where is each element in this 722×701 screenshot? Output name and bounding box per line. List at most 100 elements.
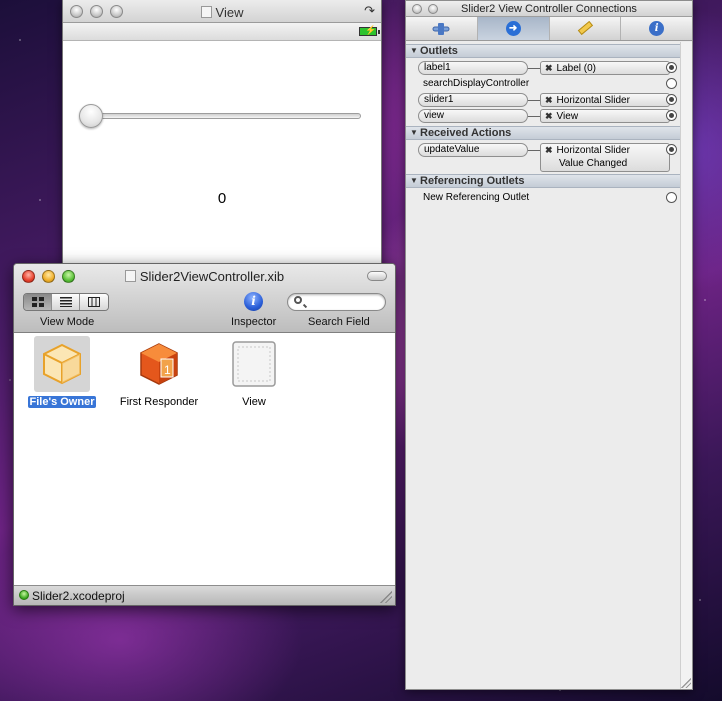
outlets-section-header[interactable]: ▼ Outlets bbox=[406, 44, 680, 58]
cube-icon bbox=[34, 336, 90, 392]
first-responder-item[interactable]: 1 First Responder bbox=[114, 336, 204, 408]
tab-identity[interactable]: i bbox=[621, 17, 692, 40]
outlet-row-searchdisplaycontroller[interactable]: searchDisplayController bbox=[406, 76, 680, 92]
referencing-outlet-row[interactable]: New Referencing Outlet bbox=[406, 190, 680, 206]
outlet-target-text: View bbox=[556, 111, 579, 122]
tab-size[interactable] bbox=[550, 17, 622, 40]
outlet-target[interactable]: ✖ Label (0) bbox=[540, 61, 670, 75]
connection-line bbox=[528, 150, 540, 151]
received-actions-section-header[interactable]: ▼ Received Actions bbox=[406, 126, 680, 140]
inspector-title: Slider2 View Controller Connections bbox=[461, 3, 637, 15]
svg-text:1: 1 bbox=[164, 363, 171, 377]
inspector-label[interactable]: Inspector bbox=[231, 316, 276, 328]
horizontal-slider-knob[interactable] bbox=[79, 104, 103, 128]
icon-view-mode-button[interactable] bbox=[24, 294, 52, 310]
tab-connections[interactable]: ➜ bbox=[477, 17, 550, 40]
disclosure-triangle-icon[interactable]: ▼ bbox=[410, 175, 418, 187]
simulated-status-bar: ⚡ bbox=[63, 23, 381, 41]
xib-file-icon bbox=[124, 270, 136, 282]
xib-status-bar: Slider2.xcodeproj bbox=[14, 585, 395, 605]
referencing-outlets-section-header[interactable]: ▼ Referencing Outlets bbox=[406, 174, 680, 188]
xib-window-title-text: Slider2ViewController.xib bbox=[139, 269, 285, 284]
inspector-tabs: ➜ i bbox=[406, 17, 692, 41]
search-field-label: Search Field bbox=[308, 316, 370, 328]
resize-grip-icon[interactable] bbox=[380, 591, 392, 603]
toolbar-toggle-button[interactable] bbox=[367, 271, 387, 281]
view-window-titlebar[interactable]: View ↷ bbox=[63, 0, 381, 23]
connection-line bbox=[528, 100, 540, 101]
rotate-icon[interactable]: ↷ bbox=[364, 3, 375, 19]
view-label: View bbox=[242, 396, 266, 408]
connection-circle-icon[interactable] bbox=[666, 94, 677, 105]
view-mode-label: View Mode bbox=[40, 316, 95, 328]
action-name[interactable]: updateValue bbox=[418, 143, 528, 157]
received-actions-section-title: Received Actions bbox=[420, 127, 512, 139]
connection-circle-icon[interactable] bbox=[666, 192, 677, 203]
project-name[interactable]: Slider2.xcodeproj bbox=[32, 589, 125, 603]
outlet-target-text: Label (0) bbox=[556, 63, 597, 74]
tab-attributes[interactable] bbox=[406, 17, 478, 40]
battery-icon: ⚡ bbox=[359, 25, 380, 36]
connection-circle-icon[interactable] bbox=[666, 78, 677, 89]
xib-window-toolbar: Slider2ViewController.xib View Mode i In… bbox=[14, 264, 395, 333]
inspector-scrollbar[interactable] bbox=[680, 42, 692, 689]
view-window-title-text: View bbox=[215, 5, 244, 20]
slider-attributes-icon bbox=[432, 22, 450, 35]
outlet-row-label1[interactable]: label1 ✖ Label (0) bbox=[406, 60, 680, 76]
outlet-target[interactable]: ✖ Horizontal Slider bbox=[540, 93, 670, 107]
outlet-name: searchDisplayController bbox=[423, 78, 530, 89]
files-owner-label: File's Owner bbox=[27, 396, 97, 408]
disconnect-x-icon[interactable]: ✖ bbox=[545, 95, 553, 105]
outlet-name[interactable]: label1 bbox=[418, 61, 528, 75]
disconnect-x-icon[interactable]: ✖ bbox=[545, 145, 553, 155]
action-row-updatevalue[interactable]: updateValue ✖ Horizontal Slider Value Cha… bbox=[406, 142, 680, 173]
view-item[interactable]: View bbox=[218, 336, 290, 408]
columns-icon bbox=[88, 297, 100, 307]
horizontal-slider-track[interactable] bbox=[83, 113, 361, 119]
info-icon: i bbox=[649, 21, 665, 36]
inspector-body: ▼ Outlets label1 ✖ Label (0) searchDisplay… bbox=[406, 42, 680, 689]
xib-window-title: Slider2ViewController.xib bbox=[14, 269, 395, 284]
project-status-icon bbox=[19, 590, 29, 600]
referencing-outlet-name: New Referencing Outlet bbox=[423, 192, 530, 203]
disclosure-triangle-icon[interactable]: ▼ bbox=[410, 127, 418, 139]
icon-grid-icon bbox=[31, 297, 44, 307]
action-event: Value Changed bbox=[559, 158, 628, 169]
connection-circle-icon[interactable] bbox=[666, 110, 677, 121]
outlet-target-text: Horizontal Slider bbox=[556, 95, 630, 106]
column-view-mode-button[interactable] bbox=[80, 294, 108, 310]
disclosure-triangle-icon[interactable]: ▼ bbox=[410, 45, 418, 57]
first-responder-label: First Responder bbox=[119, 396, 199, 408]
connection-circle-icon[interactable] bbox=[666, 62, 677, 73]
outlet-target[interactable]: ✖ View bbox=[540, 109, 670, 123]
view-mode-control[interactable] bbox=[23, 293, 109, 311]
document-icon bbox=[200, 6, 212, 18]
outlet-name[interactable]: slider1 bbox=[418, 93, 528, 107]
disconnect-x-icon[interactable]: ✖ bbox=[545, 63, 553, 73]
xib-window: Slider2ViewController.xib View Mode i In… bbox=[13, 263, 396, 606]
files-owner-item[interactable]: File's Owner bbox=[26, 336, 98, 408]
view-icon bbox=[226, 336, 282, 392]
list-icon bbox=[59, 297, 72, 307]
search-icon bbox=[294, 296, 302, 304]
value-label[interactable]: 0 bbox=[63, 190, 381, 207]
resize-grip-icon[interactable] bbox=[681, 678, 691, 688]
connections-inspector: Slider2 View Controller Connections ➜ i … bbox=[405, 0, 693, 690]
referencing-outlets-section-title: Referencing Outlets bbox=[420, 175, 525, 187]
outlet-row-view[interactable]: view ✖ View bbox=[406, 108, 680, 124]
search-input[interactable] bbox=[287, 293, 386, 311]
view-window-title: View bbox=[63, 5, 381, 20]
action-target[interactable]: ✖ Horizontal Slider Value Changed bbox=[540, 143, 670, 172]
outlet-name[interactable]: view bbox=[418, 109, 528, 123]
list-view-mode-button[interactable] bbox=[52, 294, 80, 310]
inspector-titlebar[interactable]: Slider2 View Controller Connections bbox=[406, 1, 692, 17]
connection-line bbox=[528, 68, 540, 69]
inspector-info-icon[interactable]: i bbox=[244, 292, 263, 311]
action-target-text: Horizontal Slider bbox=[556, 145, 630, 156]
outlet-row-slider1[interactable]: slider1 ✖ Horizontal Slider bbox=[406, 92, 680, 108]
connection-circle-icon[interactable] bbox=[666, 144, 677, 155]
disconnect-x-icon[interactable]: ✖ bbox=[545, 111, 553, 121]
arrow-right-icon: ➜ bbox=[505, 21, 521, 36]
first-responder-icon: 1 bbox=[131, 336, 187, 392]
connection-line bbox=[528, 116, 540, 117]
